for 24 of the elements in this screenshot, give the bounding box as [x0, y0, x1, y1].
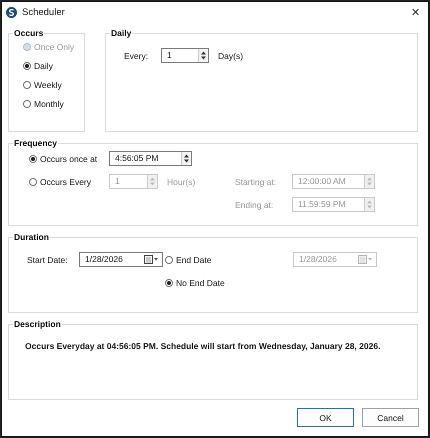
ending-label: Ending at:: [235, 200, 274, 210]
radio-option[interactable]: Occurs once at: [29, 154, 109, 164]
description-text: Occurs Everyday at 04:56:05 PM. Schedule will start from Wednesday, January 28, 2026.: [25, 341, 380, 351]
start-date-picker[interactable]: 1/28/2026: [79, 252, 163, 267]
window-title: Scheduler: [22, 6, 66, 18]
radio-option[interactable]: No End Date: [165, 278, 293, 288]
start-date-label: Start Date:: [27, 254, 69, 264]
every-label: Every:: [124, 50, 150, 60]
unit-label: Hour(s): [167, 176, 196, 186]
group-title: Duration: [13, 232, 50, 242]
group-title: Frequency: [13, 138, 58, 148]
group-title: Occurs: [13, 28, 44, 38]
group-title: Daily: [110, 28, 132, 38]
radio-option[interactable]: Weekly: [23, 80, 84, 90]
close-button[interactable]: ✕: [409, 6, 422, 18]
radio-option[interactable]: Monthly: [23, 99, 84, 109]
days-spinner[interactable]: 1: [161, 48, 209, 63]
unit-label: Day(s): [218, 50, 244, 60]
time-spinner[interactable]: 4:56:05 PM: [109, 151, 192, 166]
radio-option[interactable]: Daily: [23, 61, 84, 71]
group-title: Description: [13, 319, 62, 329]
starting-label: Starting at:: [235, 176, 278, 186]
dialog-button[interactable]: OK: [297, 408, 354, 427]
dialog-button[interactable]: Cancel: [362, 408, 419, 427]
